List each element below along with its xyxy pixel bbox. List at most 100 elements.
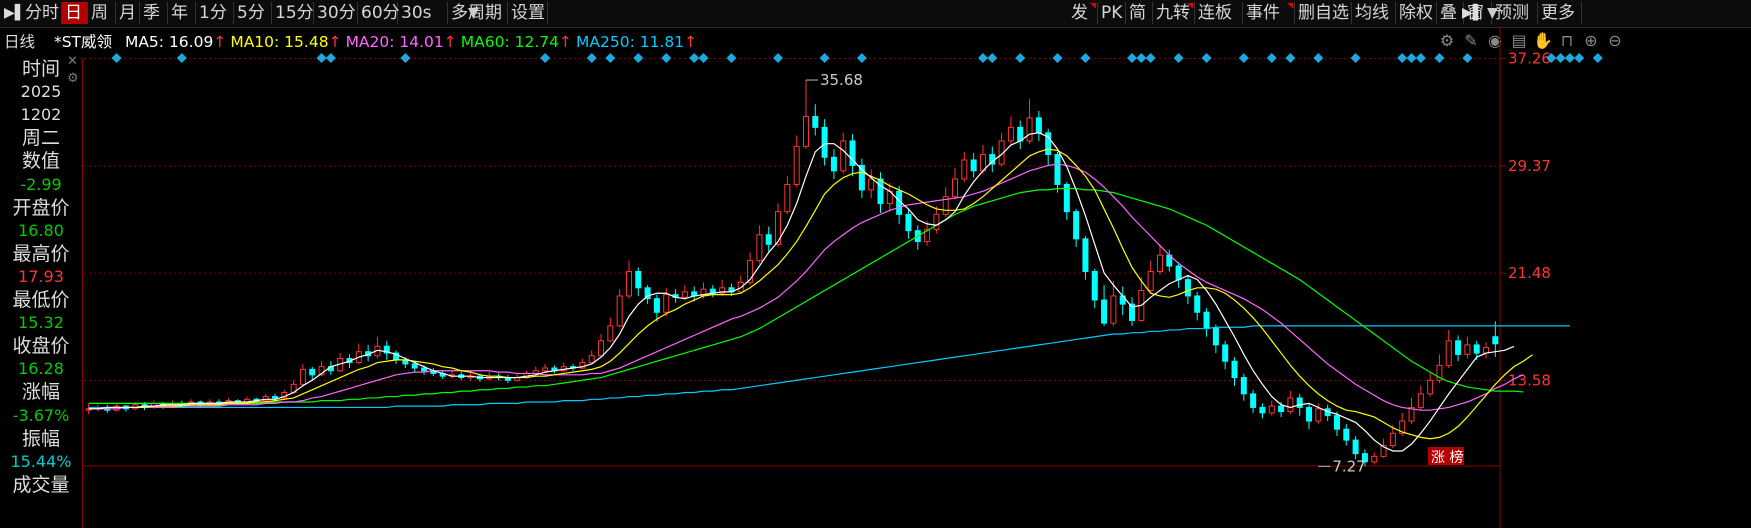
candle-body (756, 234, 763, 262)
candle-body (1175, 265, 1182, 281)
event-marker (1173, 53, 1184, 63)
candle-body (1147, 270, 1154, 292)
candle-body (765, 234, 772, 245)
y-tick-label: 21.48 (1508, 264, 1551, 282)
candle-body (1333, 415, 1340, 430)
candle-body (1278, 405, 1285, 413)
candle-body (1417, 393, 1424, 408)
candle-body (598, 340, 605, 357)
candle-body (1287, 397, 1294, 413)
event-marker (977, 53, 988, 63)
candle-body (1250, 393, 1257, 408)
candle-body (1455, 340, 1462, 355)
candle-body (1296, 397, 1303, 408)
ma250-line (88, 325, 1570, 409)
candle-body (1007, 126, 1014, 142)
event-marker (698, 53, 709, 63)
event-marker (1285, 53, 1296, 63)
candle-body (1026, 117, 1033, 142)
candle-body (1306, 406, 1313, 422)
event-marker (1145, 53, 1156, 63)
event-marker (1052, 53, 1063, 63)
event-marker (1415, 53, 1426, 63)
event-marker (726, 53, 737, 63)
event-marker (1397, 53, 1408, 63)
candle-body (1184, 279, 1191, 297)
candle-body (681, 291, 688, 298)
candlestick-chart[interactable]: 37.26 29.37 21.48 13.58 35.68 7.27 涨 榜 (0, 0, 1751, 528)
candle-body (411, 363, 418, 369)
event-marker (1080, 53, 1091, 63)
candle-body (1231, 360, 1238, 379)
candle-body (821, 126, 828, 158)
event-marker (1574, 53, 1585, 63)
rank-badge-label: 涨 榜 (1431, 449, 1463, 466)
candle-body (905, 213, 912, 232)
candle-body (793, 145, 800, 185)
candle-body (840, 140, 847, 172)
candle-body (625, 270, 632, 297)
candle-body (1445, 340, 1452, 366)
event-marker (1238, 53, 1249, 63)
candle-body (1110, 295, 1117, 324)
candle-body (299, 368, 306, 385)
candle-body (1473, 344, 1480, 354)
candle-body (309, 368, 316, 376)
candle-body (1315, 408, 1322, 422)
event-marker (1564, 53, 1575, 63)
event-marker (633, 53, 644, 63)
candle-body (607, 325, 614, 342)
candle-body (1194, 295, 1201, 313)
candle-body (1240, 377, 1247, 395)
event-marker (1015, 53, 1026, 63)
event-marker (987, 53, 998, 63)
candle-body (1352, 439, 1359, 455)
candle-body (1492, 336, 1499, 345)
event-marker (1592, 53, 1603, 63)
event-marker (661, 53, 672, 63)
candle-body (421, 367, 428, 372)
high-value-label: 35.68 (820, 71, 863, 89)
candle-body (784, 183, 791, 213)
event-marker (819, 53, 830, 63)
candle-body (1054, 154, 1061, 185)
candle-body (663, 294, 670, 313)
candle-body (970, 159, 977, 172)
candle-body (542, 367, 549, 372)
candle-body (1212, 328, 1219, 346)
candle-body (1427, 379, 1434, 395)
candle-body (1082, 238, 1089, 272)
event-marker (1127, 53, 1138, 63)
candle-body (653, 298, 660, 313)
y-tick-label: 37.26 (1508, 50, 1551, 68)
event-marker (176, 53, 187, 63)
candle-body (1464, 344, 1471, 355)
event-marker (586, 53, 597, 63)
candle-body (830, 156, 837, 172)
event-marker (856, 53, 867, 63)
event-marker (1313, 53, 1324, 63)
ma10-line (88, 148, 1533, 440)
candle-body (1091, 270, 1098, 301)
event-marker (400, 53, 411, 63)
candle-body (1017, 126, 1024, 142)
candle-body (271, 396, 278, 399)
event-marker (1462, 53, 1473, 63)
event-marker (316, 53, 327, 63)
candle-body (616, 295, 623, 327)
candle-body (812, 115, 819, 128)
candle-body (1222, 344, 1229, 362)
event-marker (1406, 53, 1417, 63)
event-marker (773, 53, 784, 63)
candle-body (1371, 455, 1378, 463)
event-marker (325, 53, 336, 63)
candle-body (1259, 406, 1266, 414)
y-tick-label: 29.37 (1508, 157, 1551, 175)
event-marker (1555, 53, 1566, 63)
candle-body (1101, 299, 1108, 324)
event-marker (1434, 53, 1445, 63)
event-marker (540, 53, 551, 63)
candle-body (802, 115, 809, 147)
candle-body (952, 178, 959, 198)
candle-body (933, 213, 940, 230)
